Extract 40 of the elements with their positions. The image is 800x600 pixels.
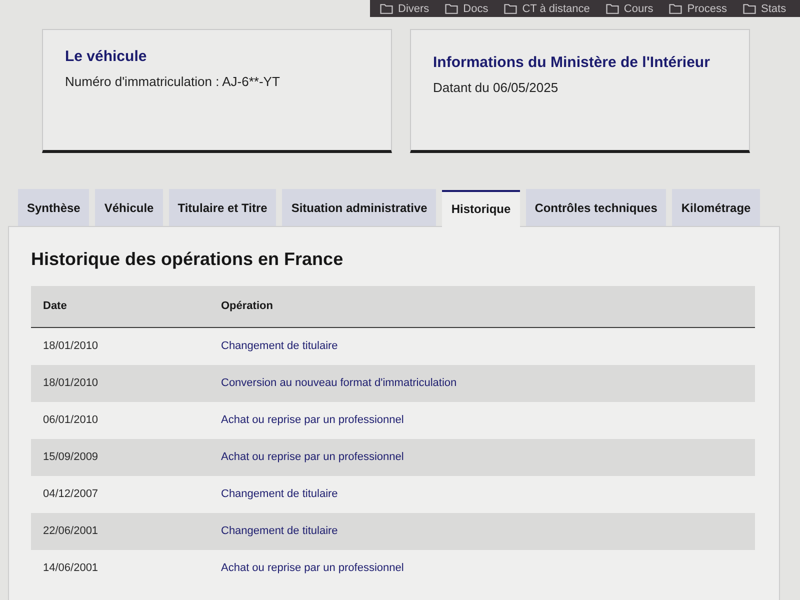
card-text: Numéro d'immatriculation : AJ-6**-YT bbox=[65, 74, 281, 89]
tab[interactable]: Véhicule bbox=[95, 189, 163, 226]
folder-icon bbox=[606, 4, 619, 14]
table-cell: Achat ou reprise par un professionnel bbox=[209, 439, 755, 476]
tab[interactable]: Synthèse bbox=[18, 189, 90, 226]
table-cell: Changement de titulaire bbox=[209, 476, 755, 513]
bookmark-button[interactable]: Process bbox=[669, 2, 727, 14]
bookmark-button[interactable]: Docs bbox=[445, 2, 488, 14]
section-heading: Historique des opérations en France bbox=[31, 249, 344, 270]
folder-icon bbox=[504, 4, 518, 14]
bookmark-button[interactable]: Stats bbox=[743, 2, 786, 14]
table-cell: 22/06/2001 bbox=[31, 513, 209, 550]
bookmark-button[interactable]: Cours bbox=[606, 2, 654, 14]
folder-icon bbox=[743, 4, 756, 14]
tab[interactable]: Contrôles techniques bbox=[526, 189, 666, 226]
tab[interactable]: Kilométrage bbox=[672, 189, 760, 226]
table-cell: 15/09/2009 bbox=[31, 439, 209, 476]
folder-icon bbox=[380, 4, 393, 14]
table-cell: Conversion au nouveau format d'immatriculation bbox=[209, 365, 755, 402]
table-cell: Achat ou reprise par un professionnel bbox=[209, 402, 755, 439]
folder-icon bbox=[445, 4, 458, 14]
table-cell: 18/01/2010 bbox=[31, 328, 209, 365]
table-cell: 18/01/2010 bbox=[31, 365, 209, 402]
tab[interactable]: Historique bbox=[442, 190, 520, 227]
column-header: Date bbox=[31, 286, 209, 328]
folder-icon bbox=[669, 4, 682, 14]
card-text: Datant du 06/05/2025 bbox=[433, 80, 560, 95]
bookmark-button[interactable]: Divers bbox=[380, 2, 430, 14]
card-title: Le véhicule bbox=[65, 48, 148, 65]
table-cell: Achat ou reprise par un professionnel bbox=[209, 550, 755, 587]
card-title: Informations du Ministère de l'Intérieur bbox=[433, 54, 711, 71]
table-cell: 04/12/2007 bbox=[31, 476, 209, 513]
table-cell: 14/06/2001 bbox=[31, 550, 209, 587]
table-cell: Changement de titulaire bbox=[209, 513, 755, 550]
column-header: Opération bbox=[209, 286, 755, 328]
table-cell: Changement de titulaire bbox=[209, 328, 755, 365]
tab[interactable]: Titulaire et Titre bbox=[168, 189, 276, 226]
bookmark-button[interactable]: CT à distance bbox=[504, 2, 590, 14]
tab[interactable]: Situation administrative bbox=[282, 189, 436, 226]
table-cell: 06/01/2010 bbox=[31, 402, 209, 439]
